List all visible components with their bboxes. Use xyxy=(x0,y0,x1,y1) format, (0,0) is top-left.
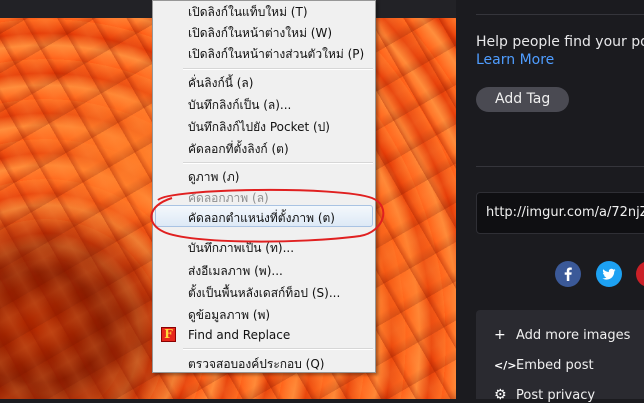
menu-item-view-image[interactable]: ดูภาพ (ภ) xyxy=(188,168,239,187)
facebook-icon xyxy=(564,267,572,281)
tag-help-text: Help people find your post xyxy=(476,34,644,50)
menu-item-open-link-new-window[interactable]: เปิดลิงก์ในหน้าต่างใหม่ (W) xyxy=(188,24,332,43)
add-more-images-button[interactable]: + Add more images xyxy=(494,327,630,343)
action-label: Add more images xyxy=(516,328,631,343)
embed-post-button[interactable]: </>Embed post xyxy=(494,358,594,373)
facebook-share-button[interactable] xyxy=(555,261,581,287)
action-label: Post privacy xyxy=(516,388,596,403)
context-menu: เปิดลิงก์ในแท็บใหม่ (T) เปิดลิงก์ในหน้าต… xyxy=(152,0,376,373)
pinterest-icon xyxy=(636,261,644,287)
menu-item-copy-image-location[interactable]: คัดลอกตำแหน่งที่ตั้งภาพ (ต) xyxy=(188,209,335,228)
divider xyxy=(476,14,644,15)
add-tag-button[interactable]: Add Tag xyxy=(476,87,570,112)
menu-item-open-link-new-tab[interactable]: เปิดลิงก์ในแท็บใหม่ (T) xyxy=(188,3,308,22)
menu-item-inspect-element[interactable]: ตรวจสอบองค์ประกอบ (Q) xyxy=(188,355,324,374)
plus-icon: + xyxy=(494,327,506,343)
find-replace-icon: F xyxy=(161,327,176,342)
post-privacy-button[interactable]: ⚙ Post privacy xyxy=(494,387,595,403)
menu-separator xyxy=(183,162,373,164)
menu-item-copy-image: คัดลอกภาพ (ล) xyxy=(188,191,269,205)
twitter-icon xyxy=(602,268,616,280)
menu-item-bookmark-link[interactable]: คั่นลิงก์นี้ (ล) xyxy=(188,74,253,93)
menu-separator xyxy=(183,348,373,350)
menu-item-save-image-as[interactable]: บันทึกภาพเป็น (ท)... xyxy=(188,239,294,258)
code-icon: </> xyxy=(494,359,517,372)
learn-more-link[interactable]: Learn More xyxy=(476,52,554,68)
pinterest-share-button[interactable] xyxy=(636,261,644,287)
menu-item-view-image-info[interactable]: ดูข้อมูลภาพ (พ) xyxy=(188,306,270,325)
menu-item-find-and-replace[interactable]: Find and Replace xyxy=(188,328,290,342)
menu-separator xyxy=(183,68,373,70)
privacy-icon: ⚙ xyxy=(494,387,507,403)
menu-item-copy-link-location[interactable]: คัดลอกที่ตั้งลิงก์ (ต) xyxy=(188,140,289,159)
menu-item-email-image[interactable]: ส่งอีเมลภาพ (พ)... xyxy=(188,262,283,281)
menu-item-save-link-as[interactable]: บันทึกลิงก์เป็น (ล)... xyxy=(188,96,291,115)
action-label: Embed post xyxy=(516,358,594,373)
menu-item-set-desktop-background[interactable]: ตั้งเป็นพื้นหลังเดสก์ท็อป (S)... xyxy=(188,284,340,303)
twitter-share-button[interactable] xyxy=(596,261,622,287)
menu-item-save-link-pocket[interactable]: บันทึกลิงก์ไปยัง Pocket (ป) xyxy=(188,118,330,137)
divider xyxy=(476,166,644,167)
menu-item-open-link-private-window[interactable]: เปิดลิงก์ในหน้าต่างส่วนตัวใหม่ (P) xyxy=(188,45,364,64)
post-url-field[interactable]: http://imgur.com/a/72njZ xyxy=(476,192,644,234)
post-actions-panel xyxy=(476,310,644,399)
